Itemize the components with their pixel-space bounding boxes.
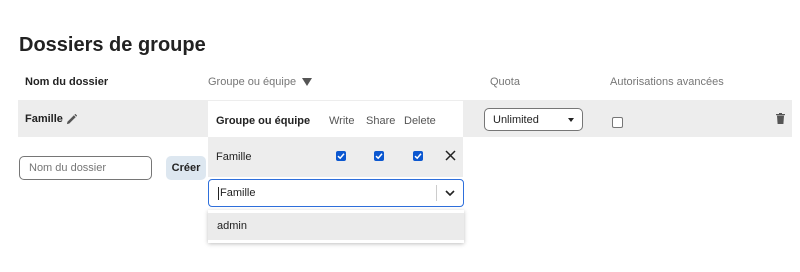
delete-checkbox[interactable]	[413, 151, 423, 161]
chevron-down-icon[interactable]	[437, 180, 463, 206]
check-icon	[375, 153, 383, 160]
panel-header-delete: Delete	[404, 115, 436, 127]
check-icon	[414, 153, 422, 160]
folder-name-label: Famille	[25, 113, 63, 125]
group-row-name: Famille	[216, 151, 252, 163]
check-icon	[337, 153, 345, 160]
page-title: Dossiers de groupe	[19, 34, 206, 56]
pencil-icon[interactable]	[66, 113, 77, 125]
sort-desc-icon[interactable]	[302, 78, 313, 86]
group-select-input[interactable]: Famille	[209, 186, 436, 200]
write-checkbox[interactable]	[336, 151, 346, 161]
group-select-value: Famille	[220, 187, 256, 199]
text-cursor	[218, 186, 219, 200]
panel-header-group: Groupe ou équipe	[216, 115, 311, 127]
panel-header-share: Share	[366, 115, 396, 127]
trash-icon[interactable]	[776, 113, 785, 124]
create-button[interactable]: Créer	[166, 156, 206, 180]
folder-name[interactable]: Famille	[25, 113, 77, 125]
column-header-group-label: Groupe ou équipe	[208, 76, 297, 88]
close-icon[interactable]	[445, 150, 456, 161]
column-header-advanced: Autorisations avancées	[610, 76, 724, 88]
group-dropdown-menu: admin	[208, 210, 464, 243]
panel-header-write: Write	[329, 115, 355, 127]
caret-down-icon	[568, 117, 574, 122]
column-header-quota[interactable]: Quota	[490, 76, 520, 88]
quota-select-value: Unlimited	[493, 113, 539, 126]
group-select[interactable]: Famille	[208, 179, 464, 207]
advanced-permissions-checkbox[interactable]	[612, 117, 623, 128]
share-checkbox[interactable]	[374, 151, 384, 161]
new-folder-name-input[interactable]	[19, 156, 152, 180]
column-header-name[interactable]: Nom du dossier	[25, 76, 108, 88]
quota-select[interactable]: Unlimited	[484, 108, 583, 131]
dropdown-option-admin[interactable]: admin	[208, 213, 464, 240]
column-header-group[interactable]: Groupe ou équipe	[208, 76, 313, 88]
